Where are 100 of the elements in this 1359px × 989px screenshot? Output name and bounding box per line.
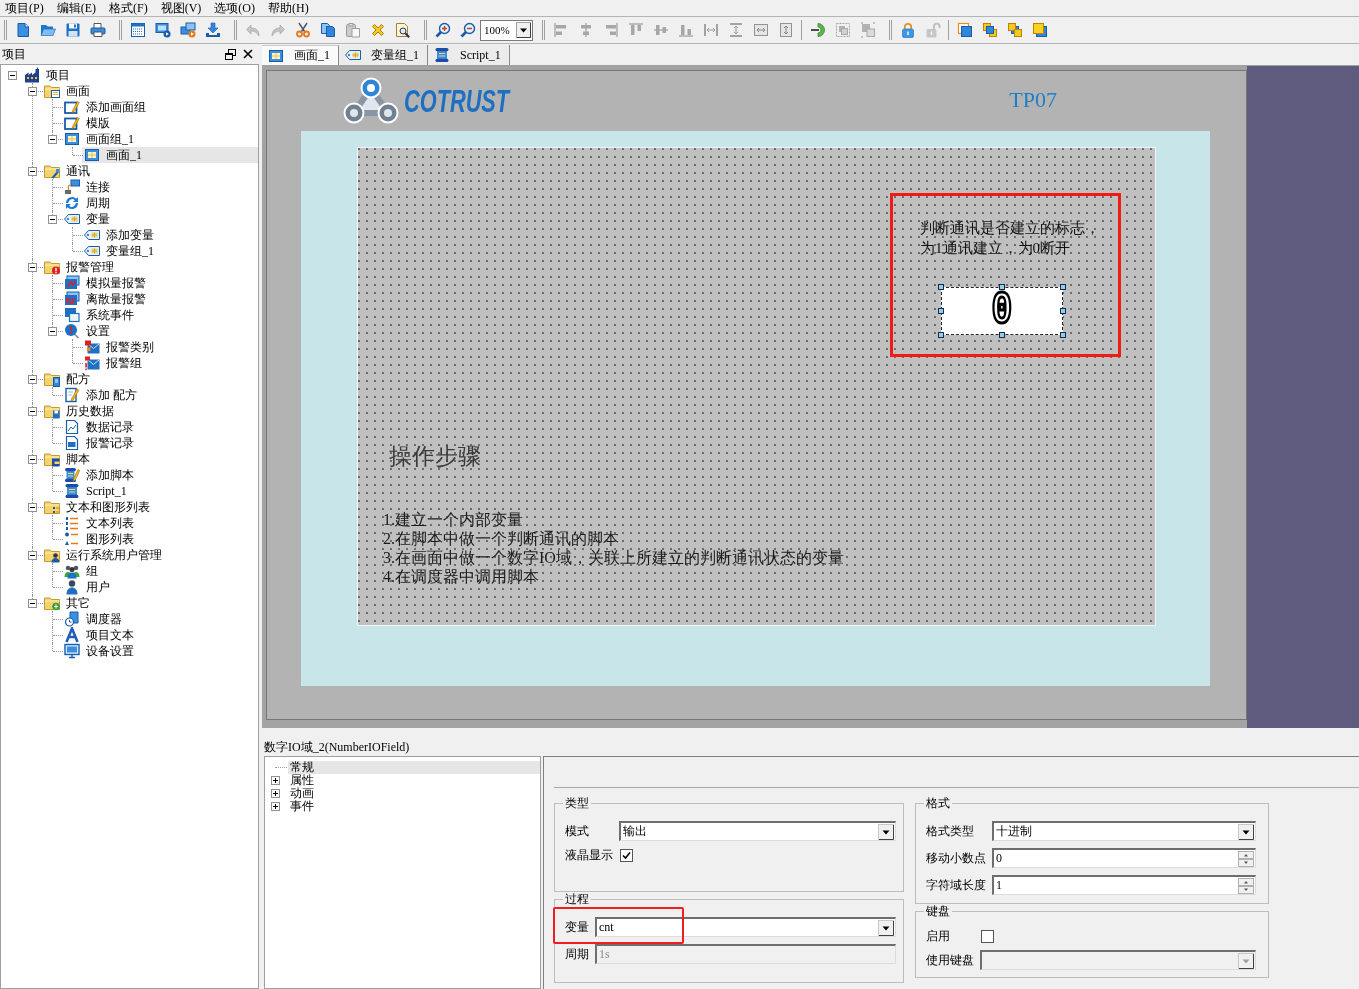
tree-item[interactable]: 设置 (62, 323, 113, 339)
menu-item[interactable]: 项目(P) (0, 0, 52, 16)
open-folder-icon[interactable] (39, 22, 56, 38)
checkbox[interactable] (981, 929, 994, 943)
tree-item[interactable]: 周期 (62, 195, 113, 211)
dropdown[interactable]: 十进制 (992, 821, 1256, 841)
tree-item[interactable]: 数据记录 (62, 419, 137, 435)
number-field[interactable]: 0 (941, 287, 1063, 335)
tree-item[interactable]: 画面组_1 (62, 131, 137, 147)
new-document-icon[interactable] (14, 22, 31, 38)
tree-item[interactable]: 运行系统用户管理 (42, 547, 165, 563)
menu-item[interactable]: 视图(V) (155, 0, 210, 16)
bring-to-front-icon[interactable] (956, 22, 973, 38)
tree-item[interactable]: 常规 (288, 761, 540, 774)
copy-icon[interactable] (319, 22, 336, 38)
monitors-play-icon[interactable] (179, 22, 196, 38)
tree-item[interactable]: 系统事件 (62, 307, 137, 323)
grid-window-icon[interactable] (129, 22, 146, 38)
printer-icon[interactable] (89, 22, 106, 38)
collapse-icon[interactable] (28, 262, 37, 272)
tree-item[interactable]: 报警类别 (82, 339, 157, 355)
collapse-icon[interactable] (28, 550, 37, 560)
dropdown[interactable]: 输出 (619, 821, 896, 841)
close-icon[interactable] (243, 49, 253, 59)
find-document-icon[interactable] (394, 22, 411, 38)
tree-item[interactable]: 历史数据 (42, 403, 117, 419)
lock-icon[interactable] (899, 22, 916, 38)
tree-item[interactable]: 报警组 (82, 355, 145, 371)
menu-item[interactable]: 格式(F) (104, 0, 156, 16)
collapse-icon[interactable] (28, 86, 37, 96)
tree-item[interactable]: 报警管理 (42, 259, 117, 275)
download-icon[interactable] (204, 22, 221, 38)
tree-item[interactable]: 动画 (288, 787, 316, 800)
tree-item[interactable]: 调度器 (62, 611, 125, 627)
checkbox[interactable] (620, 848, 633, 862)
restore-window-icon[interactable] (225, 48, 236, 60)
send-backward-icon[interactable] (1006, 22, 1023, 38)
tab[interactable]: 变量组_1 (339, 45, 428, 65)
delete-icon[interactable] (369, 22, 386, 38)
monitor-play-icon[interactable] (154, 22, 171, 38)
tree-item[interactable]: 模拟量报警 (62, 275, 149, 291)
collapse-icon[interactable] (48, 326, 57, 336)
tree-item[interactable]: 设备设置 (62, 643, 137, 659)
number-input[interactable]: 1 (992, 875, 1256, 895)
tab[interactable]: Script_1 (428, 45, 510, 65)
dropdown[interactable]: cnt (595, 917, 896, 937)
zoom-out-icon[interactable] (459, 22, 476, 38)
tree-item[interactable]: 事件 (288, 800, 316, 813)
number-input[interactable]: 0 (992, 848, 1256, 868)
selection-handle-icon[interactable] (938, 284, 944, 290)
tree-item[interactable]: 项目文本 (62, 627, 137, 643)
tree-item[interactable]: 连接 (62, 179, 113, 195)
tree-item[interactable]: 通讯 (42, 163, 93, 179)
tree-item[interactable]: 文本列表 (62, 515, 137, 531)
tree-item[interactable]: 画面_1 (82, 147, 258, 163)
tree-item[interactable]: 模版 (62, 115, 113, 131)
selection-handle-icon[interactable] (1060, 308, 1066, 314)
tab[interactable]: 画面_1 (262, 45, 339, 65)
tree-item[interactable]: 项目 (22, 67, 73, 83)
scissors-icon[interactable] (294, 22, 311, 38)
tree-item[interactable]: 属性 (288, 774, 316, 787)
selection-handle-icon[interactable] (999, 284, 1005, 290)
collapse-icon[interactable] (28, 166, 37, 176)
expand-icon[interactable] (271, 789, 280, 798)
collapse-icon[interactable] (48, 214, 57, 224)
zoom-dropdown[interactable]: 100% (480, 19, 533, 41)
selection-handle-icon[interactable] (1060, 332, 1066, 338)
tree-item[interactable]: 添加画面组 (62, 99, 149, 115)
spinner-arrows-icon[interactable] (1238, 850, 1254, 867)
menu-item[interactable]: 编辑(E) (51, 0, 104, 16)
tree-item[interactable]: 组 (62, 563, 101, 579)
save-icon[interactable] (64, 22, 81, 38)
tree-item[interactable]: Script_1 (62, 483, 130, 499)
tree-item[interactable]: 变量组_1 (82, 243, 157, 259)
send-to-back-icon[interactable] (1031, 22, 1048, 38)
tree-item[interactable]: 添加 配方 (62, 387, 140, 403)
menu-item[interactable]: 帮助(H) (263, 0, 317, 16)
tree-item[interactable]: 添加脚本 (62, 467, 137, 483)
menu-item[interactable]: 选项(O) (209, 0, 263, 16)
selection-handle-icon[interactable] (938, 332, 944, 338)
collapse-icon[interactable] (28, 598, 37, 608)
tree-item[interactable]: 添加变量 (82, 227, 157, 243)
collapse-icon[interactable] (28, 454, 37, 464)
selection-handle-icon[interactable] (999, 332, 1005, 338)
tree-item[interactable]: 离散量报警 (62, 291, 149, 307)
expand-icon[interactable] (271, 802, 280, 811)
tree-item[interactable]: 画面 (42, 83, 93, 99)
expand-icon[interactable] (271, 776, 280, 785)
tree-item[interactable]: 图形列表 (62, 531, 137, 547)
selection-handle-icon[interactable] (1060, 284, 1066, 290)
collapse-icon[interactable] (48, 134, 57, 144)
curved-arrow-icon[interactable] (809, 22, 826, 38)
tree-item[interactable]: 文本和图形列表 (42, 499, 153, 515)
collapse-icon[interactable] (8, 70, 17, 80)
tree-item[interactable]: 报警记录 (62, 435, 137, 451)
zoom-in-icon[interactable] (434, 22, 451, 38)
spinner-arrows-icon[interactable] (1238, 877, 1254, 894)
selection-handle-icon[interactable] (938, 308, 944, 314)
tree-item[interactable]: 用户 (62, 579, 113, 595)
collapse-icon[interactable] (28, 374, 37, 384)
